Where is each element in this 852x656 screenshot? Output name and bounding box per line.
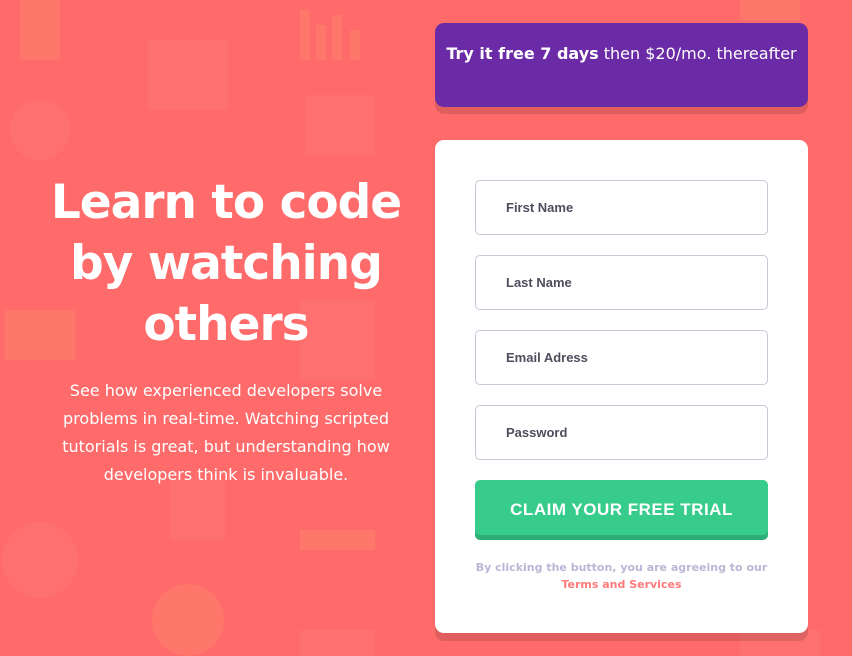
- email-field[interactable]: [475, 330, 768, 385]
- hero-title: Learn to code by watching others: [50, 175, 402, 352]
- hero-description: See how experienced developers solve pro…: [62, 381, 390, 484]
- browser-icon-2: [300, 630, 375, 656]
- last-name-field[interactable]: [475, 255, 768, 310]
- lifebuoy-icon: [152, 584, 224, 656]
- browser-icon: [148, 40, 228, 110]
- headset-icon: [10, 100, 70, 160]
- promo-rest-text: then $20/mo. thereafter: [598, 44, 797, 63]
- cart-icon: [170, 480, 225, 540]
- bar-chart-icon: [300, 10, 310, 60]
- terms-notice: By clicking the button, you are agreeing…: [465, 559, 778, 593]
- claim-trial-button[interactable]: CLAIM YOUR FREE TRIAL: [475, 480, 768, 540]
- terms-link[interactable]: Terms and Services: [561, 578, 681, 591]
- promo-bold-text: Try it free 7 days: [446, 44, 599, 63]
- terms-text: By clicking the button, you are agreeing…: [475, 561, 768, 574]
- first-name-field[interactable]: [475, 180, 768, 235]
- key-icon: [300, 530, 375, 550]
- hero-section: Learn to code by watching others See how…: [40, 172, 412, 489]
- password-field[interactable]: [475, 405, 768, 460]
- toolbox-icon: [305, 95, 375, 155]
- promo-banner: Try it free 7 days then $20/mo. thereaft…: [435, 23, 808, 107]
- globe-gear-icon: [2, 522, 78, 598]
- signup-form: CLAIM YOUR FREE TRIAL By clicking the bu…: [435, 140, 808, 633]
- flask-icon: [20, 0, 60, 60]
